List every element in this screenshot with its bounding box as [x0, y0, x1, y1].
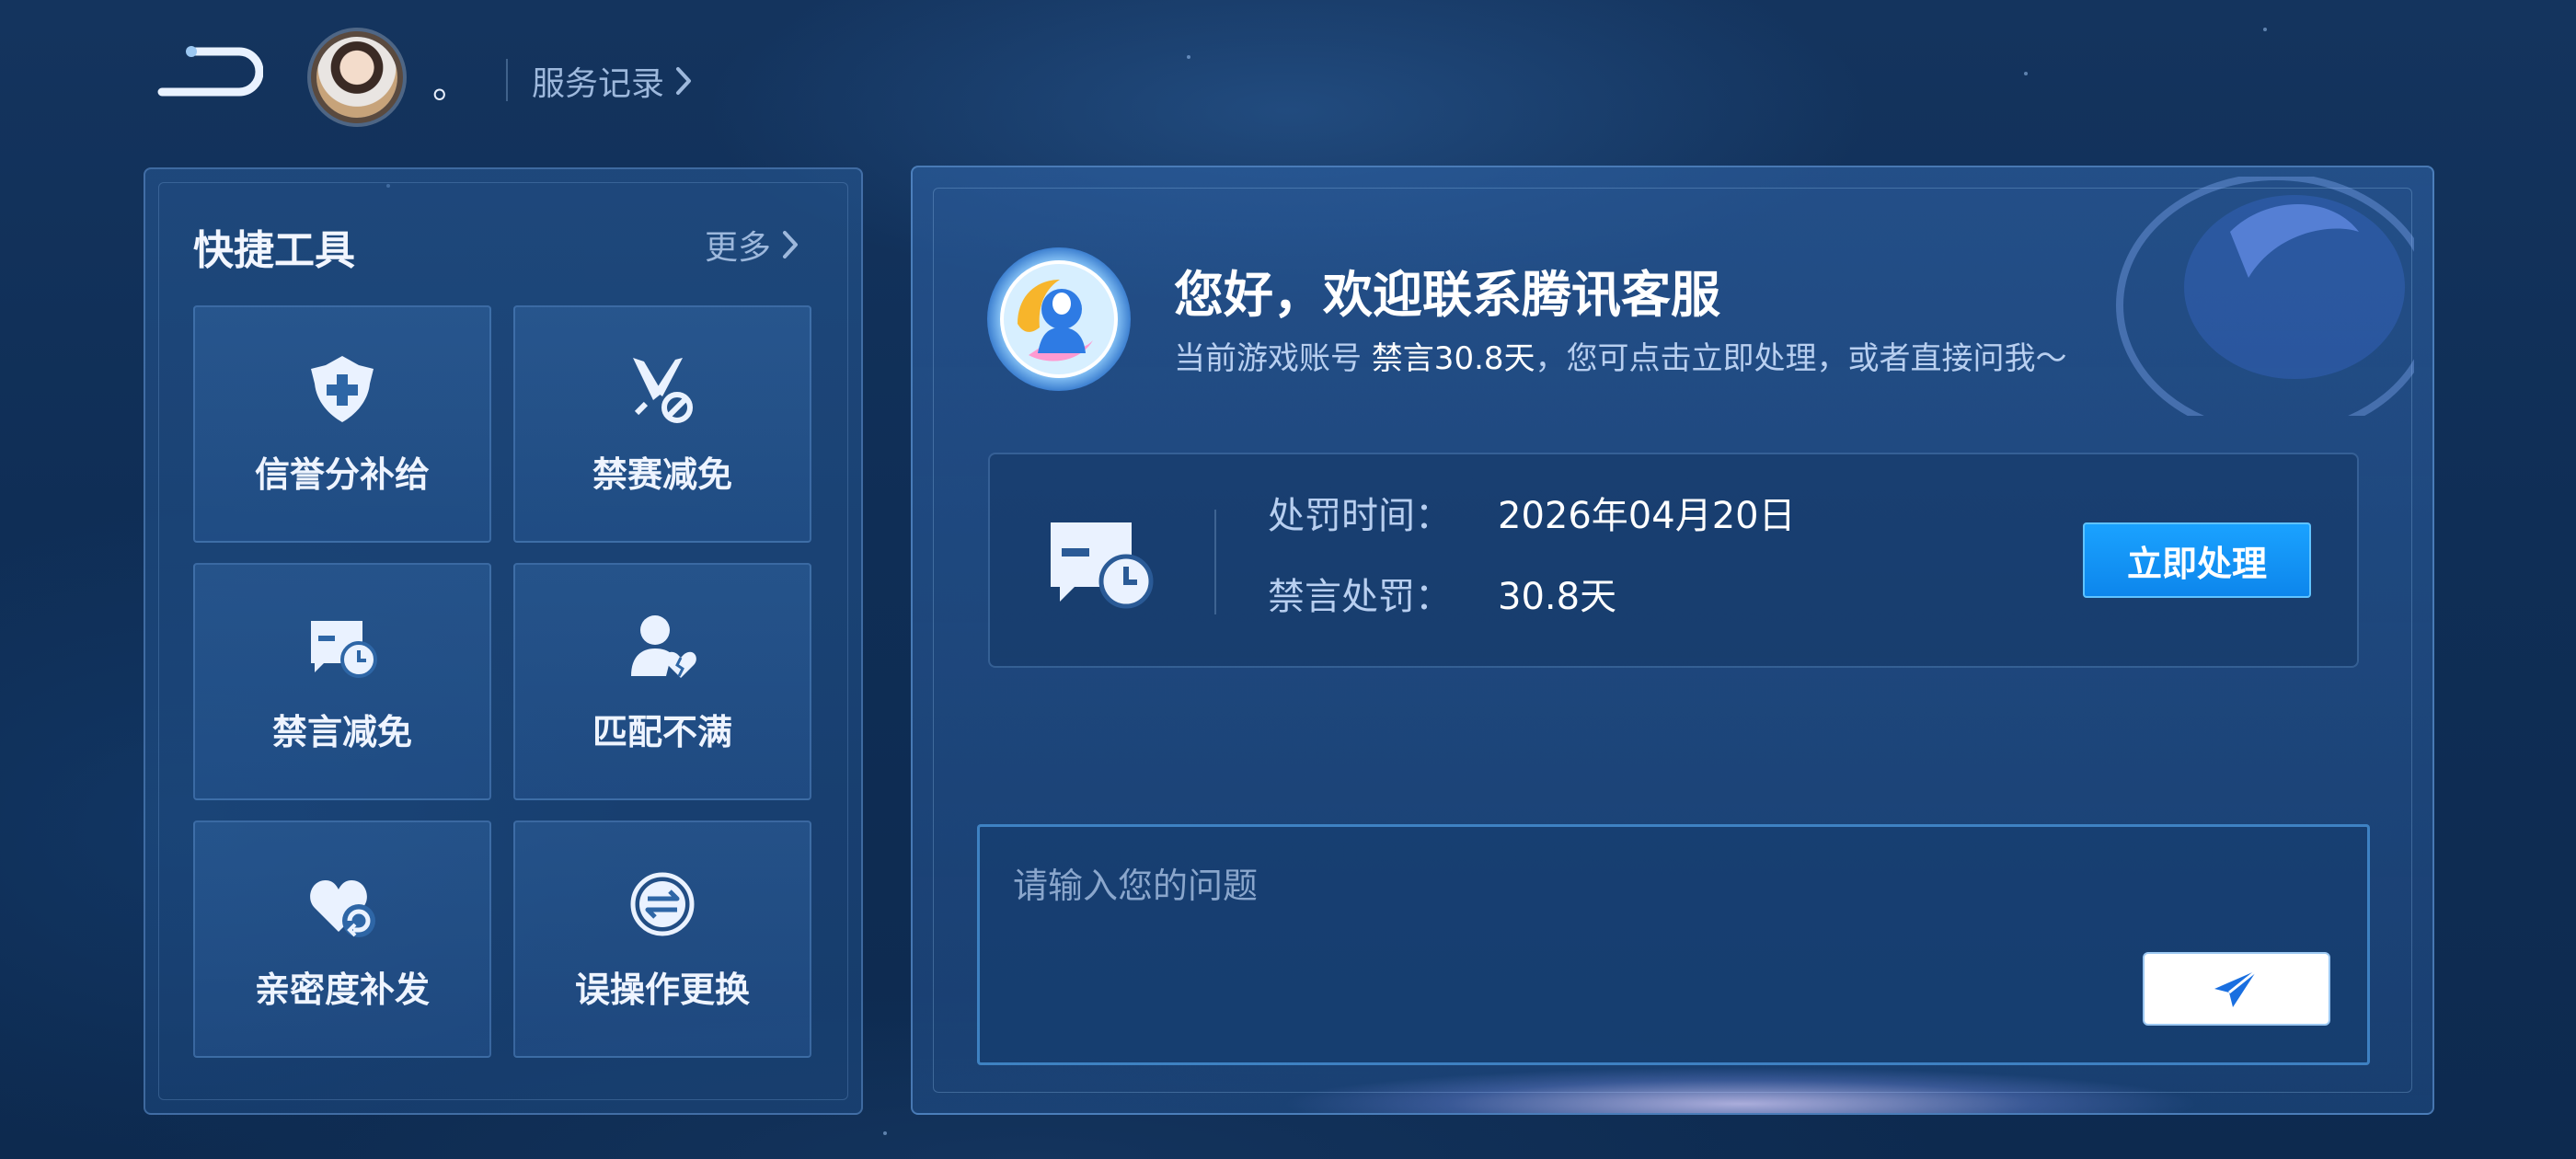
chat-clock-icon	[305, 610, 379, 683]
app-screen: 。 服务记录 快捷工具 更多 信誉分补给 禁赛减免 禁言减免 匹配不满 亲密度补…	[0, 0, 2576, 1159]
shield-plus-icon	[305, 352, 379, 426]
service-record-link[interactable]: 服务记录	[532, 57, 694, 105]
penalty-card: 处罚时间： 2026年04月20日 禁言处罚： 30.8天 立即处理	[988, 453, 2359, 668]
subtext-suffix: ，您可点击立即处理，或者直接问我～	[1535, 340, 2067, 377]
tool-tile-intimacy-reissue[interactable]: 亲密度补发	[193, 820, 491, 1058]
tool-label: 亲密度补发	[254, 969, 430, 1010]
penalty-type-row: 禁言处罚： 30.8天	[1268, 567, 1616, 620]
header-divider	[506, 59, 508, 101]
back-arrow-icon	[157, 46, 264, 97]
penalty-time-value: 2026年04月20日	[1498, 495, 1796, 537]
background-star	[883, 1131, 887, 1135]
quick-tools-panel: 快捷工具 更多 信誉分补给 禁赛减免 禁言减免 匹配不满 亲密度补发 误操作更换	[144, 167, 863, 1115]
greeting-subtext: 当前游戏账号 禁言30.8天，您可点击立即处理，或者直接问我～	[1174, 333, 2067, 378]
back-button[interactable]	[155, 42, 264, 101]
tool-tile-ban-reduction[interactable]: 禁赛减免	[513, 305, 811, 543]
tool-tile-misoperation-swap[interactable]: 误操作更换	[513, 820, 811, 1058]
handle-now-button[interactable]: 立即处理	[2083, 522, 2311, 598]
username: 。	[432, 64, 469, 107]
user-broken-heart-icon	[626, 610, 699, 683]
bottom-glow	[1281, 1067, 2201, 1113]
penalty-type-label: 禁言处罚：	[1268, 576, 1452, 618]
subtext-highlight: 禁言30.8天	[1371, 340, 1535, 377]
quick-tools-more-link[interactable]: 更多	[705, 221, 800, 269]
penalty-time-row: 处罚时间： 2026年04月20日	[1268, 486, 1796, 539]
tool-tile-mute-reduction[interactable]: 禁言减免	[193, 563, 491, 800]
greeting-title: 您好，欢迎联系腾讯客服	[1174, 266, 1720, 324]
service-record-label: 服务记录	[532, 65, 665, 103]
customer-service-panel: 您好，欢迎联系腾讯客服 当前游戏账号 禁言30.8天，您可点击立即处理，或者直接…	[911, 166, 2434, 1115]
swap-circle-icon	[626, 867, 699, 941]
sword-ban-icon	[626, 352, 699, 426]
background-star	[2263, 28, 2267, 31]
avatar[interactable]	[316, 37, 397, 118]
chevron-right-icon	[783, 231, 798, 258]
tool-tile-match-complaint[interactable]: 匹配不满	[513, 563, 811, 800]
more-label: 更多	[704, 229, 771, 267]
send-button[interactable]	[2143, 952, 2330, 1026]
chevron-right-icon	[676, 67, 692, 95]
penalty-time-label: 处罚时间：	[1268, 495, 1452, 537]
question-input-box	[977, 824, 2370, 1065]
chat-clock-icon	[1051, 522, 1154, 609]
penalty-type-value: 30.8天	[1498, 576, 1617, 618]
tool-label: 禁赛减免	[592, 453, 732, 495]
tool-label: 误操作更换	[574, 969, 750, 1010]
tool-tile-credit-supply[interactable]: 信誉分补给	[193, 305, 491, 543]
subtext-prefix: 当前游戏账号	[1174, 340, 1372, 377]
quick-tools-title: 快捷工具	[193, 227, 355, 274]
customer-service-avatar-icon	[987, 247, 1131, 391]
question-input[interactable]	[1013, 860, 2209, 912]
penalty-divider	[1214, 510, 1216, 614]
send-paper-plane-icon	[2214, 969, 2258, 1007]
heart-return-icon	[305, 867, 379, 941]
background-star	[1187, 55, 1190, 59]
tool-label: 禁言减免	[271, 711, 412, 752]
tool-label: 匹配不满	[592, 711, 732, 752]
tool-label: 信誉分补给	[254, 453, 430, 495]
decorative-ring-graphic	[2116, 177, 2414, 416]
background-star	[2024, 72, 2028, 75]
